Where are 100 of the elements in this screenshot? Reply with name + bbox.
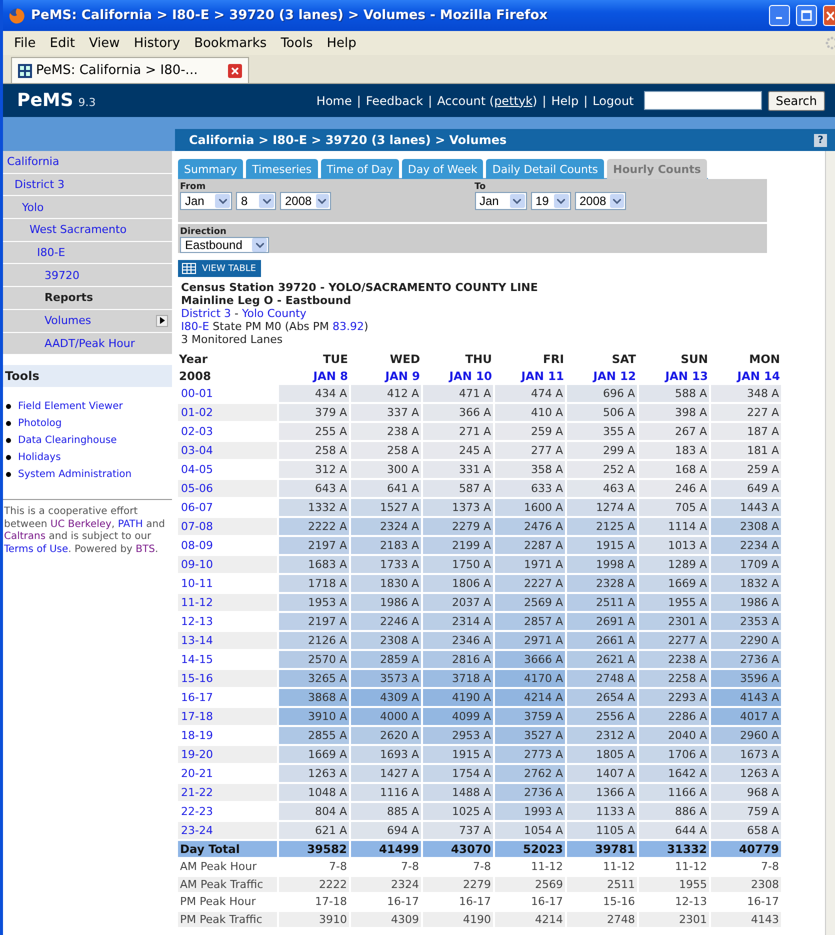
volume-cell: 1642 A	[639, 765, 709, 782]
volume-cell: 1669 A	[279, 746, 349, 763]
volume-cell: 1263 A	[711, 765, 781, 782]
footer-link[interactable]: Terms of Use	[4, 544, 68, 555]
sidebar-item[interactable]: West Sacramento	[3, 219, 172, 242]
volume-cell: 587 A	[423, 480, 493, 497]
peak-cell: 2222	[279, 876, 349, 892]
close-icon[interactable]	[228, 64, 242, 78]
date-link[interactable]: JAN 10	[423, 368, 493, 383]
hour-link[interactable]: 03-04	[178, 442, 277, 459]
column-header: WED	[388, 351, 421, 366]
nav-link[interactable]: Feedback	[366, 94, 424, 108]
hour-link[interactable]: 07-08	[178, 518, 277, 535]
peak-cell: 2279	[423, 876, 493, 892]
column-header: SUN	[680, 351, 709, 366]
volume-cell: 1805 A	[567, 746, 637, 763]
volume-cell: 641 A	[351, 480, 421, 497]
date-link[interactable]: JAN 9	[351, 368, 421, 383]
volume-cell: 1830 A	[351, 575, 421, 592]
date-link[interactable]: JAN 13	[639, 368, 709, 383]
footer-link[interactable]: PATH	[118, 518, 143, 530]
minimize-icon[interactable]	[769, 5, 790, 26]
volume-cell: 1013 A	[639, 537, 709, 554]
hour-link[interactable]: 09-10	[178, 556, 277, 573]
footer-link[interactable]: Caltrans	[4, 531, 46, 542]
hour-link[interactable]: 11-12	[178, 594, 277, 611]
date-link[interactable]: JAN 8	[279, 368, 349, 383]
view-table-button[interactable]: VIEW TABLE	[178, 260, 261, 277]
station-link[interactable]: 83.92	[332, 320, 364, 333]
column-header: FRI	[542, 351, 565, 366]
sidebar-item[interactable]: California	[3, 151, 172, 174]
sidebar-item[interactable]: Volumes	[3, 310, 172, 332]
sidebar-item[interactable]: 39720	[3, 264, 172, 288]
menu-item[interactable]: Edit	[42, 36, 82, 50]
tool-link[interactable]: Holidays	[18, 452, 61, 463]
station-link[interactable]: Yolo County	[242, 307, 306, 320]
date-link[interactable]: JAN 12	[567, 368, 637, 383]
month-select[interactable]: Jan	[474, 192, 526, 210]
menu-item[interactable]: File	[7, 36, 43, 50]
help-button[interactable]: ?	[814, 134, 827, 146]
menu-item[interactable]: Help	[320, 36, 364, 50]
sidebar-item[interactable]: AADT/Peak Hour	[3, 332, 172, 356]
nav-link[interactable]: Account (pettyk)	[437, 94, 538, 108]
hour-link[interactable]: 23-24	[178, 822, 277, 839]
tool-link[interactable]: Data Clearinghouse	[18, 434, 117, 446]
bullet-icon	[6, 438, 11, 443]
direction-select[interactable]: Eastbound	[180, 237, 269, 253]
footer-link[interactable]: BTS	[136, 544, 155, 555]
hour-link[interactable]: 21-22	[178, 784, 277, 801]
sidebar-item[interactable]: Yolo	[3, 196, 172, 220]
column-header: MON	[748, 351, 781, 366]
hour-link[interactable]: 19-20	[178, 746, 277, 763]
tool-link[interactable]: Photolog	[18, 418, 62, 429]
hour-link[interactable]: 05-06	[178, 480, 277, 497]
year-select[interactable]: 2008	[280, 192, 331, 210]
month-select[interactable]: Jan	[180, 192, 232, 210]
hour-link[interactable]: 15-16	[178, 670, 277, 687]
date-link[interactable]: JAN 14	[711, 368, 781, 383]
volume-cell: 968 A	[711, 784, 781, 801]
station-link[interactable]: District 3	[181, 307, 232, 320]
hour-link[interactable]: 13-14	[178, 632, 277, 649]
year-select[interactable]: 2008	[574, 192, 626, 210]
sidebar-item[interactable]: I80-E	[3, 242, 172, 264]
volume-cell: 1971 A	[495, 556, 565, 573]
volume-cell: 2346 A	[423, 632, 493, 649]
peak-cell: 3910	[279, 912, 349, 927]
close-icon[interactable]	[823, 5, 835, 26]
scrollbar[interactable]	[825, 151, 835, 935]
volume-cell: 410 A	[495, 404, 565, 421]
breadcrumb: California > I80-E > 39720 (3 lanes) > Volumes	[189, 133, 507, 147]
hour-link[interactable]: 17-18	[178, 708, 277, 725]
nav-separator: |	[542, 94, 546, 108]
footer-link[interactable]: UC Berkeley	[50, 518, 112, 530]
date-link[interactable]: JAN 11	[495, 368, 565, 383]
loading-icon	[825, 36, 835, 50]
search-field[interactable]	[644, 91, 762, 110]
peak-cell: 4143	[711, 912, 781, 927]
nav-link[interactable]: Help	[551, 94, 579, 108]
maximize-icon[interactable]	[796, 5, 817, 26]
volume-cell: 3666 A	[495, 651, 565, 668]
volume-cell: 2277 A	[639, 632, 709, 649]
menu-item[interactable]: Tools	[274, 36, 320, 50]
day-select[interactable]: 19	[530, 192, 570, 210]
volume-cell: 187 A	[711, 423, 781, 440]
menu-item[interactable]: View	[82, 36, 127, 50]
volume-cell: 2125 A	[567, 518, 637, 535]
volume-cell: 1600 A	[495, 499, 565, 516]
browser-tab[interactable]: PeMS: California > I80-...	[11, 57, 249, 83]
menu-item[interactable]: Bookmarks	[187, 36, 274, 50]
day-select[interactable]: 8	[236, 192, 276, 210]
search-button[interactable]: Search	[768, 90, 825, 110]
tool-link[interactable]: System Administration	[18, 468, 132, 480]
menu-item[interactable]: History	[126, 36, 188, 50]
nav-link[interactable]: Logout	[592, 94, 634, 108]
nav-link[interactable]: Home	[316, 94, 352, 108]
sidebar-item[interactable]: District 3	[3, 174, 172, 196]
station-link[interactable]: I80-E	[181, 320, 210, 333]
bullet-icon	[6, 472, 11, 477]
hour-link[interactable]: 01-02	[178, 404, 277, 421]
tool-link[interactable]: Field Element Viewer	[18, 400, 123, 412]
